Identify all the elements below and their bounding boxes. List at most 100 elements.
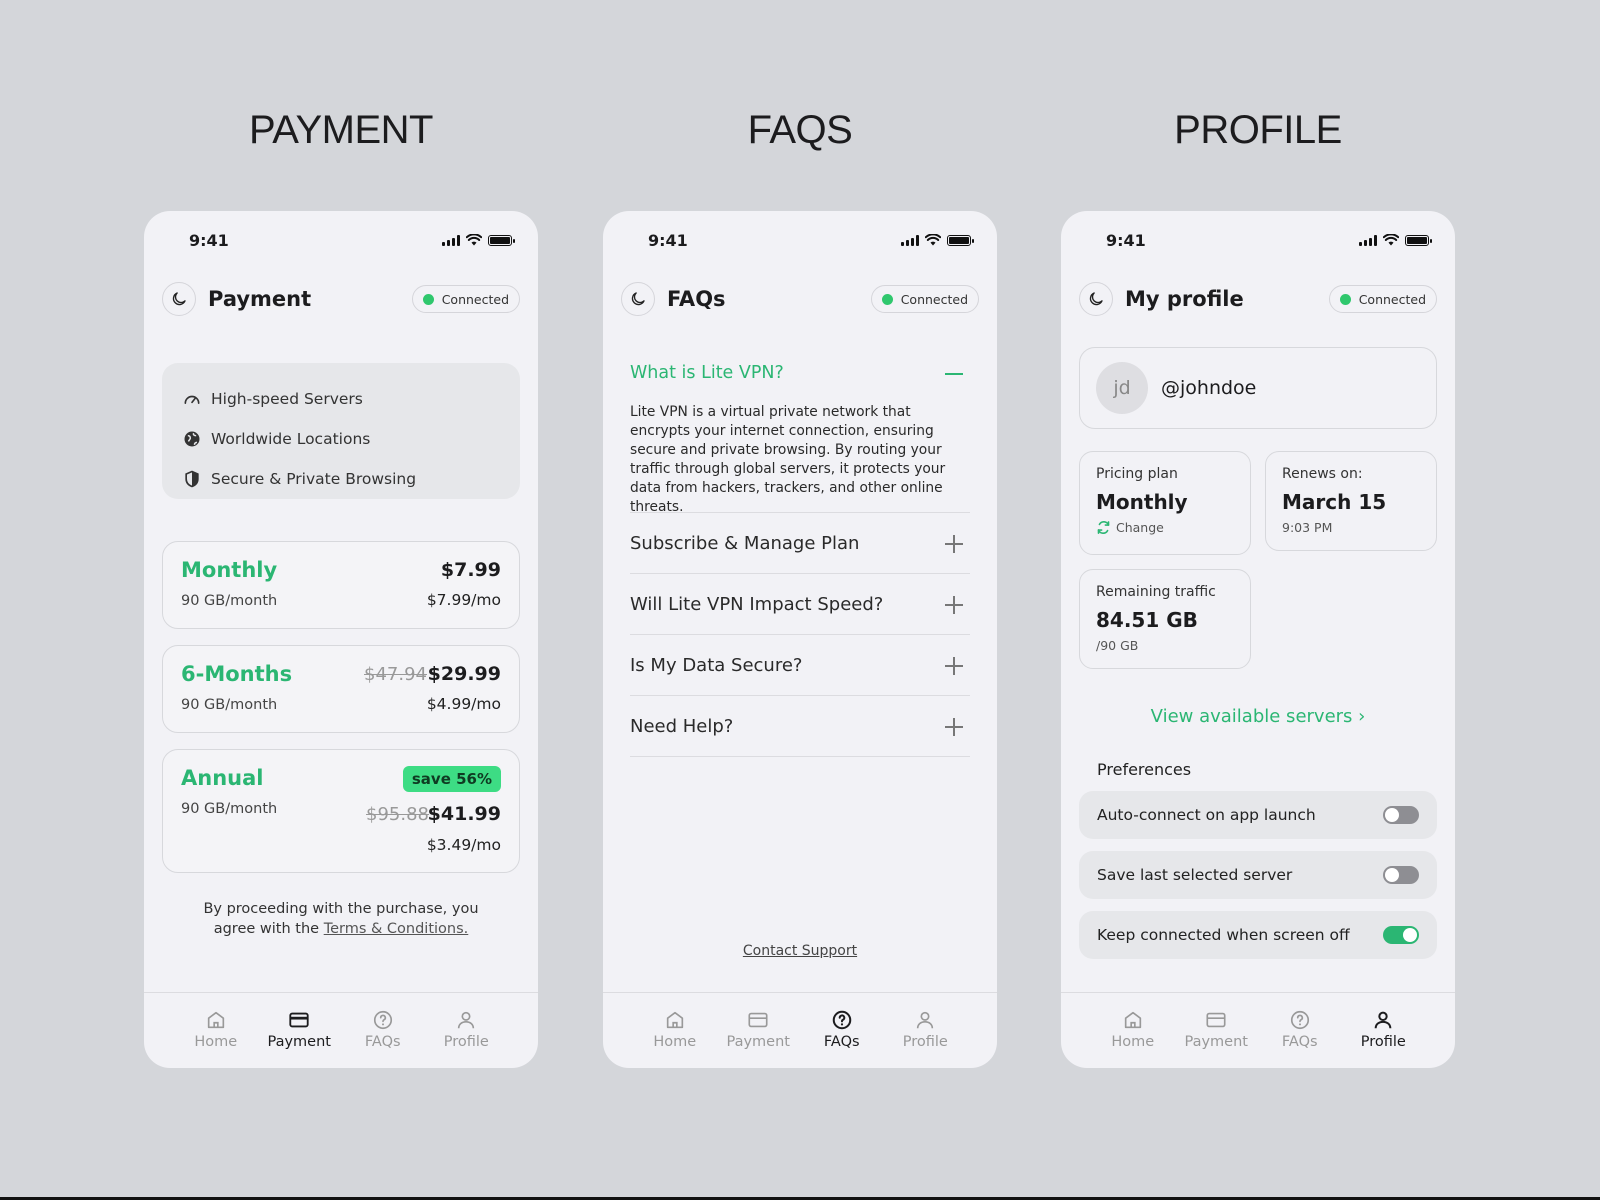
theme-toggle-button[interactable] [1079,282,1113,316]
app-header: My profile Connected [1079,281,1437,317]
tab-bar: Home Payment FAQs Profile [603,992,997,1068]
tab-faqs[interactable]: FAQs [800,1009,884,1068]
user-card[interactable]: jd @johndoe [1079,347,1437,429]
info-value: Monthly [1096,490,1188,514]
tab-label: Home [1111,1034,1155,1050]
faq-question[interactable]: Is My Data Secure? [630,655,802,676]
tab-profile[interactable]: Profile [1342,1009,1426,1068]
tab-payment[interactable]: Payment [717,1009,801,1068]
status-time: 9:41 [648,231,688,250]
tab-label: FAQs [1281,1034,1318,1050]
discount-badge: save 56% [402,766,501,792]
divider [630,695,970,696]
home-icon [666,1011,683,1029]
battery-icon [1405,234,1432,246]
signal-icon [901,234,919,246]
shield-icon [185,470,199,488]
info-sub: /90 GB [1096,638,1139,653]
battery-icon [947,234,974,246]
preference-label: Keep connected when screen off [1097,926,1350,944]
tab-faqs[interactable]: FAQs [341,1009,425,1068]
tab-payment[interactable]: Payment [258,1009,342,1068]
pricing-plan-card: Pricing plan Monthly Change [1079,451,1251,555]
app-header: Payment Connected [162,281,520,317]
preferences-title: Preferences [1097,760,1192,779]
plan-card-monthly[interactable]: Monthly 90 GB/month $7.99 $7.99/mo [162,541,520,629]
question-icon [373,1010,392,1030]
terms-link[interactable]: Terms & Conditions. [324,921,469,937]
view-servers-link[interactable]: View available servers › [1061,706,1455,727]
info-label: Renews on: [1282,466,1363,482]
profile-screen: 9:41 My profile Connected jd @johndoe Pr… [1061,211,1455,1068]
wifi-icon [1383,234,1399,246]
change-label: Change [1116,520,1164,535]
theme-toggle-button[interactable] [621,282,655,316]
tab-home[interactable]: Home [174,1009,258,1068]
moon-icon [172,292,186,306]
theme-toggle-button[interactable] [162,282,196,316]
page-title: FAQs [667,287,726,311]
question-icon [1290,1010,1309,1030]
preference-label: Auto-connect on app launch [1097,806,1316,824]
collapse-icon[interactable] [945,373,963,375]
info-value: March 15 [1282,490,1387,514]
tab-label: Payment [1184,1034,1248,1050]
wifi-icon [925,234,941,246]
divider [630,634,970,635]
faqs-screen: 9:41 FAQs Connected What is Lite VPN? Li… [603,211,997,1068]
faq-answer: Lite VPN is a virtual private network th… [630,404,946,515]
expand-icon[interactable] [945,535,963,553]
home-icon [1124,1011,1141,1029]
tab-label: FAQs [364,1034,401,1050]
expand-icon[interactable] [945,718,963,736]
faq-question[interactable]: Will Lite VPN Impact Speed? [630,594,883,615]
plan-card-annual[interactable]: Annual 90 GB/month save 56% $95.88 $41.9… [162,749,520,873]
renews-card: Renews on: March 15 9:03 PM [1265,451,1437,551]
feature-label: High-speed Servers [211,390,363,408]
toggle-switch[interactable] [1383,926,1419,944]
moon-icon [631,292,645,306]
info-label: Remaining traffic [1096,584,1216,600]
feature-item: Worldwide Locations [182,419,500,459]
plan-card-6-months[interactable]: 6-Months 90 GB/month $47.94 $29.99 $4.99… [162,645,520,733]
wifi-icon [466,234,482,246]
contact-support-link[interactable]: Contact Support [603,943,997,959]
terms-text: By proceeding with the purchase, you [203,901,479,917]
divider [630,573,970,574]
profile-heading: PROFILE [1174,108,1342,152]
status-time: 9:41 [1106,231,1146,250]
user-icon [458,1011,475,1029]
tab-profile[interactable]: Profile [884,1009,968,1068]
toggle-switch[interactable] [1383,806,1419,824]
faq-question-open[interactable]: What is Lite VPN? [630,363,784,383]
payment-heading: PAYMENT [249,108,433,152]
plan-per-month: $7.99/mo [426,591,501,609]
toggle-switch[interactable] [1383,866,1419,884]
battery-icon [488,234,515,246]
moon-icon [1089,292,1103,306]
faqs-heading: FAQS [747,108,853,152]
tab-home[interactable]: Home [633,1009,717,1068]
tab-home[interactable]: Home [1091,1009,1175,1068]
connection-label: Connected [1358,291,1426,307]
change-plan-button[interactable]: Change [1096,520,1234,535]
status-bar: 9:41 [144,231,538,251]
card-icon [1206,1012,1226,1028]
tab-profile[interactable]: Profile [425,1009,509,1068]
speedometer-icon [184,395,200,404]
feature-label: Secure & Private Browsing [211,470,417,488]
faq-question[interactable]: Subscribe & Manage Plan [630,533,859,554]
tab-faqs[interactable]: FAQs [1258,1009,1342,1068]
expand-icon[interactable] [945,596,963,614]
expand-icon[interactable] [945,657,963,675]
page-title: My profile [1125,287,1244,311]
tab-payment[interactable]: Payment [1175,1009,1259,1068]
plan-name: Annual [181,766,264,790]
info-label: Pricing plan [1096,466,1178,482]
plan-name: 6-Months [181,662,293,686]
info-value: 84.51 GB [1096,608,1198,632]
signal-icon [442,234,460,246]
faq-question[interactable]: Need Help? [630,716,733,737]
refresh-icon [1097,520,1110,535]
features-panel: High-speed Servers Worldwide Locations S… [162,363,520,499]
